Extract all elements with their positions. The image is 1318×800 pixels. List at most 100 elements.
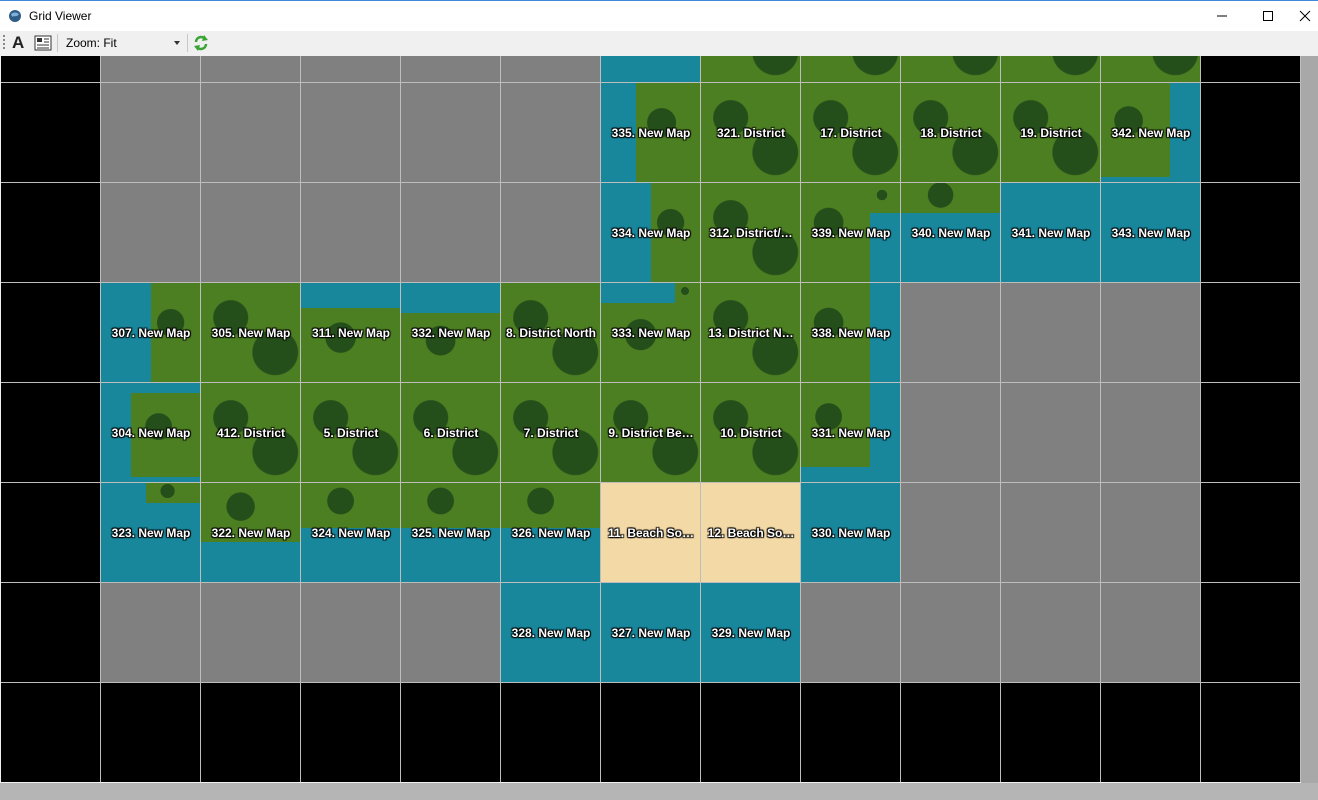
refresh-icon[interactable] [193, 34, 209, 52]
map-cell-label: 305. New Map [211, 326, 291, 340]
map-cell-label: 6. District [423, 426, 479, 440]
map-cell-label: 312. District/… [709, 226, 793, 240]
map-cell[interactable]: 312. District/… [701, 183, 801, 283]
map-cell[interactable]: 339. New Map [801, 183, 901, 283]
map-cell[interactable]: 307. New Map [101, 283, 201, 383]
map-cell-label: 13. District N… [708, 326, 794, 340]
map-cell[interactable] [901, 56, 1001, 83]
empty-cell [1201, 56, 1301, 83]
map-cell[interactable]: 412. District [201, 383, 301, 483]
empty-cell [1, 483, 101, 583]
map-cell[interactable] [1101, 56, 1201, 83]
map-cell[interactable]: 10. District [701, 383, 801, 483]
map-cell[interactable]: 343. New Map [1101, 183, 1201, 283]
maximize-button[interactable] [1245, 1, 1291, 31]
map-cell[interactable]: 9. District Be… [601, 383, 701, 483]
empty-cell [1, 83, 101, 183]
terrain-patch [650, 183, 700, 282]
map-cell[interactable]: 334. New Map [601, 183, 701, 283]
map-cell[interactable]: 305. New Map [201, 283, 301, 383]
map-cell-label: 9. District Be… [608, 426, 694, 440]
empty-cell [1201, 83, 1301, 183]
minimize-button[interactable] [1199, 1, 1245, 31]
empty-cell [801, 683, 901, 782]
map-cell[interactable]: 330. New Map [801, 483, 901, 583]
map-cell[interactable] [601, 56, 701, 83]
map-cell[interactable]: 5. District [301, 383, 401, 483]
map-cell[interactable]: 19. District [1001, 83, 1101, 183]
placeholder-cell [501, 183, 601, 283]
map-cell[interactable]: 18. District [901, 83, 1001, 183]
placeholder-cell [1001, 283, 1101, 383]
map-cell[interactable] [701, 56, 801, 83]
map-cell-label: 12. Beach So… [707, 526, 795, 540]
empty-cell [1, 583, 101, 683]
map-cell[interactable]: 325. New Map [401, 483, 501, 583]
map-cell[interactable]: 335. New Map [601, 83, 701, 183]
placeholder-cell [401, 56, 501, 83]
empty-cell [701, 683, 801, 782]
map-cell[interactable]: 329. New Map [701, 583, 801, 683]
toolbar: A Zoom: Fit [0, 31, 1318, 55]
map-cell[interactable] [1001, 56, 1101, 83]
chevron-down-icon [174, 41, 180, 45]
toolbar-grip[interactable] [3, 35, 6, 51]
placeholder-cell [201, 83, 301, 183]
map-cell[interactable]: 13. District N… [701, 283, 801, 383]
map-cell[interactable]: 331. New Map [801, 383, 901, 483]
placeholder-cell [901, 483, 1001, 583]
map-cell[interactable]: 342. New Map [1101, 83, 1201, 183]
empty-cell [1201, 383, 1301, 483]
map-cell[interactable]: 327. New Map [601, 583, 701, 683]
close-icon [1299, 10, 1310, 22]
map-cell[interactable]: 304. New Map [101, 383, 201, 483]
empty-cell [901, 683, 1001, 782]
empty-cell [1201, 683, 1301, 782]
map-cell[interactable]: 333. New Map [601, 283, 701, 383]
horizontal-scrollbar[interactable] [0, 783, 1318, 800]
font-icon[interactable]: A [12, 33, 24, 53]
terrain-patch [401, 312, 500, 382]
placeholder-cell [401, 83, 501, 183]
map-cell[interactable]: 323. New Map [101, 483, 201, 583]
map-cell[interactable]: 11. Beach So… [601, 483, 701, 583]
map-cell[interactable]: 338. New Map [801, 283, 901, 383]
map-cell[interactable]: 311. New Map [301, 283, 401, 383]
map-cell-label: 341. New Map [1011, 226, 1091, 240]
terrain-patch [1101, 83, 1171, 178]
terrain-patch [635, 83, 700, 182]
map-cell[interactable]: 322. New Map [201, 483, 301, 583]
map-cell-label: 412. District [216, 426, 286, 440]
map-cell[interactable]: 324. New Map [301, 483, 401, 583]
map-cell[interactable]: 17. District [801, 83, 901, 183]
terrain-patch [675, 283, 700, 303]
map-cell[interactable]: 12. Beach So… [701, 483, 801, 583]
placeholder-cell [1001, 383, 1101, 483]
map-cell[interactable] [801, 56, 901, 83]
zoom-label: Zoom: Fit [66, 36, 117, 50]
map-cell[interactable]: 6. District [401, 383, 501, 483]
map-cell[interactable]: 341. New Map [1001, 183, 1101, 283]
placeholder-cell [901, 283, 1001, 383]
map-cell-label: 17. District [820, 126, 882, 140]
placeholder-cell [1101, 483, 1201, 583]
map-cell[interactable]: 340. New Map [901, 183, 1001, 283]
map-cell[interactable]: 328. New Map [501, 583, 601, 683]
map-cell[interactable]: 8. District North [501, 283, 601, 383]
map-cell-label: 8. District North [505, 326, 596, 340]
close-button[interactable] [1291, 1, 1318, 31]
grid-view-icon[interactable] [34, 35, 52, 51]
map-cell[interactable]: 321. District [701, 83, 801, 183]
terrain-patch [150, 283, 200, 382]
map-cell[interactable]: 332. New Map [401, 283, 501, 383]
toolbar-separator [57, 34, 58, 52]
grid-viewport[interactable]: 335. New Map 321. District 17. District 18.… [1, 56, 1301, 782]
map-cell[interactable]: 7. District [501, 383, 601, 483]
placeholder-cell [101, 56, 201, 83]
vertical-scrollbar[interactable] [1301, 56, 1318, 783]
map-cell-label: 11. Beach So… [607, 526, 695, 540]
map-cell[interactable]: 326. New Map [501, 483, 601, 583]
placeholder-cell [801, 583, 901, 683]
terrain-patch [401, 483, 500, 528]
zoom-dropdown[interactable]: Zoom: Fit [62, 33, 184, 53]
